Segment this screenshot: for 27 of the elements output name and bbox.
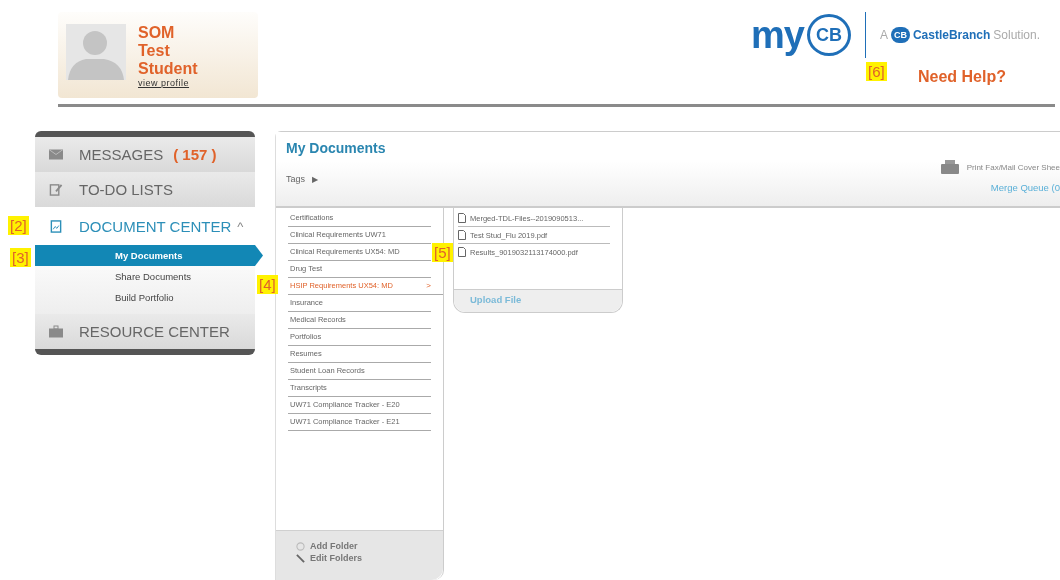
view-profile-link[interactable]: view profile (138, 78, 198, 88)
tags-toggle[interactable]: Tags ▶ (286, 174, 318, 184)
folder-action-button[interactable]: Edit Folders (296, 553, 362, 563)
folder-action-button[interactable]: Add Folder (296, 541, 358, 551)
sub-nav-item[interactable]: Share Documents (35, 266, 255, 287)
callout-label: [2] (8, 216, 29, 235)
callout-label: [3] (10, 248, 31, 267)
document-icon (49, 219, 63, 233)
panel-title: My Documents (286, 140, 387, 156)
brand-logo: my CB (751, 14, 851, 56)
printer-icon (940, 160, 959, 174)
sub-nav-item[interactable]: My Documents (35, 245, 263, 266)
callout-label: [5] (432, 243, 453, 262)
callout-label: [6] (866, 62, 887, 81)
briefcase-icon (49, 325, 63, 338)
plus-circle-icon (296, 541, 305, 551)
callout-label: [4] (257, 275, 278, 294)
nav-item[interactable]: DOCUMENT CENTER ^ (35, 207, 255, 245)
envelope-icon (49, 148, 63, 161)
print-cover-sheet-button[interactable]: Print Fax/Mail Cover Shee (940, 160, 1060, 174)
sub-nav-item[interactable]: Build Portfolio (35, 287, 255, 308)
student-name: SOM Test Student (138, 24, 198, 78)
tagline-logo: A CB CastleBranch Solution. (879, 27, 1040, 43)
note-edit-icon (49, 183, 63, 196)
avatar-icon (66, 24, 126, 80)
pencil-icon (296, 553, 305, 563)
help-link[interactable]: Need Help? (918, 68, 1006, 86)
